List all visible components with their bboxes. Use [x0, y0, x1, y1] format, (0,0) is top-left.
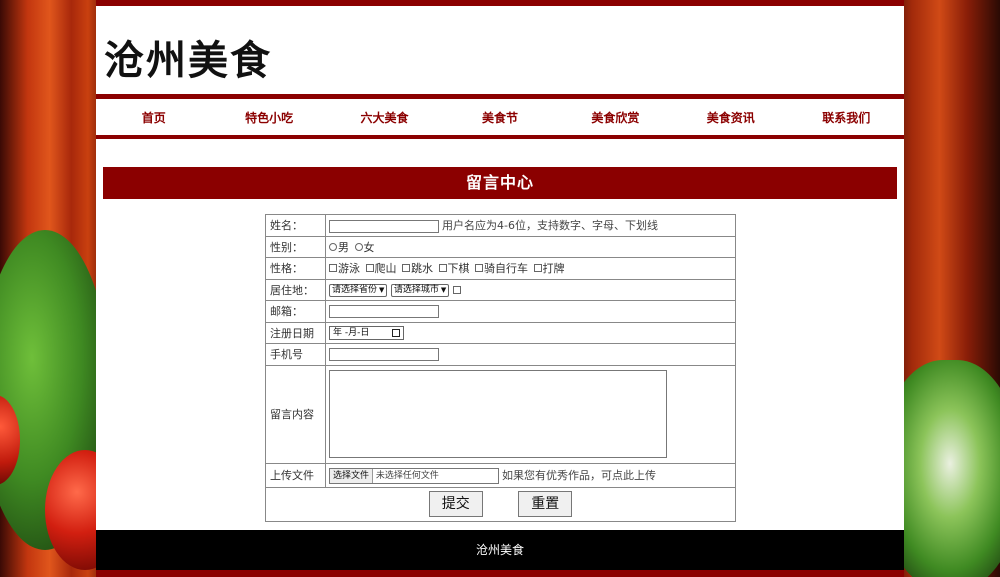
gender-label: 性别：: [265, 235, 326, 258]
nav-item-food-gallery[interactable]: 美食欣赏: [558, 109, 672, 126]
province-select-value: 请选择省份: [332, 284, 378, 295]
residence-checkbox[interactable]: [452, 286, 461, 294]
province-select[interactable]: 请选择省份 ▼: [329, 283, 388, 297]
residence-label: 居住地：: [265, 278, 326, 301]
main-nav: 首页 特色小吃 六大美食 美食节 美食欣赏 美食资讯 联系我们: [96, 99, 904, 135]
nav-item-food-news[interactable]: 美食资讯: [674, 109, 788, 126]
hobby-climb-label: 爬山: [374, 262, 397, 276]
hobby-bike-checkbox[interactable]: [475, 264, 483, 273]
nav-item-six-foods[interactable]: 六大美食: [328, 109, 442, 126]
gender-female-radio[interactable]: [354, 242, 363, 251]
choose-file-button[interactable]: 选择文件: [330, 468, 374, 483]
hobby-bike-label: 骑自行车: [484, 262, 528, 276]
chevron-down-icon: ▼: [379, 285, 385, 294]
city-select-value: 请选择城市: [393, 284, 439, 295]
regdate-placeholder: 年 -月-日: [333, 327, 370, 338]
message-cell: [325, 364, 736, 464]
form-row-name: 姓名： 用户名应为4-6位，支持数字、字母、下划线: [265, 214, 736, 237]
form-row-regdate: 注册日期 年 -月-日: [265, 321, 736, 344]
hobby-swim-label: 游泳: [338, 262, 360, 276]
site-title: 沧州美食: [104, 38, 272, 84]
regdate-cell: 年 -月-日: [325, 321, 736, 344]
residence-cell: 请选择省份 ▼ 请选择城市 ▼: [325, 278, 736, 301]
regdate-label: 注册日期: [265, 321, 326, 344]
upload-hint: 如果您有优秀作品，可点此上传: [502, 468, 656, 482]
calendar-icon[interactable]: [392, 328, 400, 337]
page-container: 沧州美食 首页 特色小吃 六大美食 美食节 美食欣赏 美食资讯 联系我们 留言中…: [96, 0, 904, 577]
message-form: 姓名： 用户名应为4-6位，支持数字、字母、下划线 性别： 男 女 性格： 游泳…: [265, 214, 736, 522]
header: 沧州美食: [96, 6, 904, 94]
hobbies-label: 性格：: [265, 257, 326, 280]
message-textarea[interactable]: [329, 370, 667, 458]
form-row-upload: 上传文件 选择文件 未选择任何文件 如果您有优秀作品，可点此上传: [265, 462, 736, 488]
file-status: 未选择任何文件: [375, 470, 439, 481]
form-row-hobbies: 性格： 游泳 爬山 跳水 下棋 骑自行车 打牌: [265, 257, 736, 280]
gender-male-label: 男: [338, 240, 349, 254]
hobby-chess-label: 下棋: [447, 262, 470, 276]
hobby-dive-label: 跳水: [411, 262, 433, 276]
email-label: 邮箱：: [265, 300, 326, 323]
upload-cell: 选择文件 未选择任何文件 如果您有优秀作品，可点此上传: [325, 462, 736, 488]
hobby-dive-checkbox[interactable]: [402, 264, 410, 273]
city-select[interactable]: 请选择城市 ▼: [390, 283, 450, 297]
email-input[interactable]: [329, 305, 439, 318]
section-title: 留言中心: [103, 167, 897, 199]
hobby-cards-label: 打牌: [542, 262, 565, 276]
name-hint: 用户名应为4-6位，支持数字、字母、下划线: [442, 219, 658, 233]
file-input[interactable]: 选择文件 未选择任何文件: [329, 467, 499, 484]
name-label: 姓名：: [265, 214, 326, 237]
hobby-swim-checkbox[interactable]: [329, 264, 337, 273]
hobby-chess-checkbox[interactable]: [438, 264, 447, 273]
nav-item-home[interactable]: 首页: [97, 109, 211, 126]
nav-item-food-festival[interactable]: 美食节: [443, 109, 557, 126]
footer-strip: [96, 570, 904, 577]
footer: 沧州美食: [96, 530, 904, 570]
hobbies-cell: 游泳 爬山 跳水 下棋 骑自行车 打牌: [325, 257, 736, 280]
name-cell: 用户名应为4-6位，支持数字、字母、下划线: [325, 214, 736, 237]
gender-male-radio[interactable]: [329, 242, 337, 251]
hobby-climb-checkbox[interactable]: [365, 264, 374, 273]
message-label: 留言内容: [265, 364, 326, 464]
submit-button[interactable]: 提交: [428, 491, 483, 517]
nav-item-contact[interactable]: 联系我们: [789, 109, 903, 126]
gender-cell: 男 女: [325, 235, 736, 258]
upload-label: 上传文件: [265, 462, 326, 488]
form-row-email: 邮箱：: [265, 300, 736, 323]
form-row-phone: 手机号: [265, 343, 736, 366]
gender-female-label: 女: [363, 240, 375, 254]
reset-button[interactable]: 重置: [518, 491, 573, 517]
buttons-cell: 提交 重置: [265, 486, 736, 522]
phone-input[interactable]: [329, 348, 439, 361]
form-row-residence: 居住地： 请选择省份 ▼ 请选择城市 ▼: [265, 278, 736, 301]
form-row-gender: 性别： 男 女: [265, 235, 736, 258]
email-cell: [325, 300, 736, 323]
regdate-input[interactable]: 年 -月-日: [329, 325, 404, 340]
nav-item-snacks[interactable]: 特色小吃: [212, 109, 326, 126]
form-row-message: 留言内容: [265, 364, 736, 464]
name-input[interactable]: [329, 219, 439, 233]
phone-label: 手机号: [265, 343, 326, 366]
phone-cell: [325, 343, 736, 366]
chevron-down-icon: ▼: [440, 285, 447, 294]
hobby-cards-checkbox[interactable]: [533, 264, 542, 273]
form-row-buttons: 提交 重置: [265, 486, 736, 522]
nav-divider-bottom: [96, 135, 904, 139]
